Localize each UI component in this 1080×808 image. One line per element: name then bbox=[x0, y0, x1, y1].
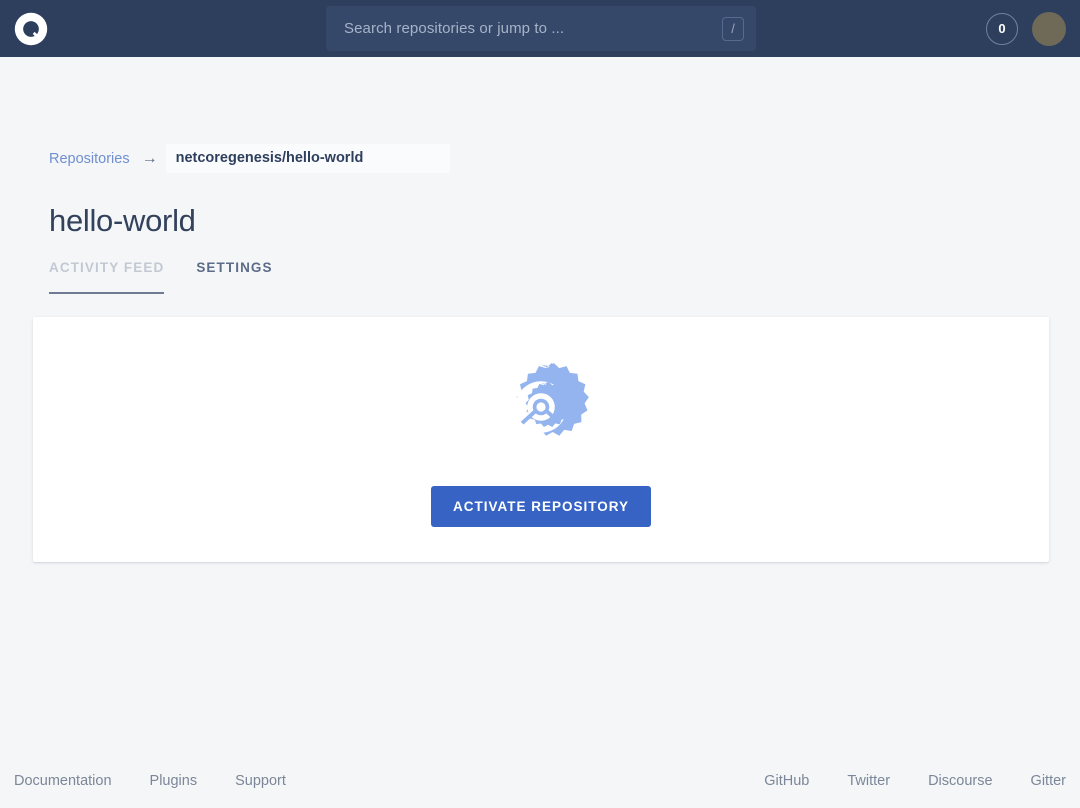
footer-link-plugins[interactable]: Plugins bbox=[150, 773, 198, 789]
breadcrumb: Repositories → netcoregenesis/hello-worl… bbox=[49, 143, 450, 174]
footer-links-right: GitHub Twitter Discourse Gitter bbox=[726, 773, 1066, 789]
footer-link-support[interactable]: Support bbox=[235, 773, 286, 789]
breadcrumb-current-repo: netcoregenesis/hello-world bbox=[175, 150, 364, 166]
app-header: / 0 bbox=[0, 0, 1080, 57]
footer-link-documentation[interactable]: Documentation bbox=[14, 773, 112, 789]
tab-activity-feed[interactable]: ACTIVITY FEED bbox=[49, 260, 165, 294]
gear-icon bbox=[515, 363, 589, 436]
header-actions: 0 bbox=[986, 0, 1066, 57]
search-box[interactable]: / bbox=[326, 6, 756, 51]
empty-state-card: ACTIVATE REPOSITORY bbox=[33, 317, 1049, 562]
breadcrumb-arrow-icon: → bbox=[141, 149, 158, 167]
page-footer: Documentation Plugins Support GitHub Twi… bbox=[0, 754, 1080, 808]
avatar[interactable] bbox=[1032, 11, 1066, 46]
drone-logo-icon[interactable] bbox=[13, 11, 49, 47]
footer-links-left: Documentation Plugins Support bbox=[14, 773, 324, 789]
search-bar[interactable]: / bbox=[326, 6, 756, 51]
footer-link-github[interactable]: GitHub bbox=[764, 773, 809, 789]
search-input[interactable] bbox=[344, 20, 722, 37]
footer-link-twitter[interactable]: Twitter bbox=[847, 773, 890, 789]
search-shortcut-badge: / bbox=[722, 16, 744, 41]
activate-repository-button[interactable]: ACTIVATE REPOSITORY bbox=[430, 486, 652, 527]
footer-link-gitter[interactable]: Gitter bbox=[1031, 773, 1066, 789]
breadcrumb-current-highlight: netcoregenesis/hello-world bbox=[165, 144, 450, 173]
footer-link-discourse[interactable]: Discourse bbox=[928, 773, 992, 789]
build-count-badge[interactable]: 0 bbox=[986, 12, 1018, 45]
tab-settings[interactable]: SETTINGS bbox=[196, 260, 272, 294]
repo-tabs: ACTIVITY FEED SETTINGS bbox=[49, 260, 273, 294]
page-body: Repositories → netcoregenesis/hello-worl… bbox=[0, 57, 1080, 808]
breadcrumb-link-repositories[interactable]: Repositories bbox=[49, 151, 130, 167]
page-title: hello-world bbox=[49, 203, 196, 238]
